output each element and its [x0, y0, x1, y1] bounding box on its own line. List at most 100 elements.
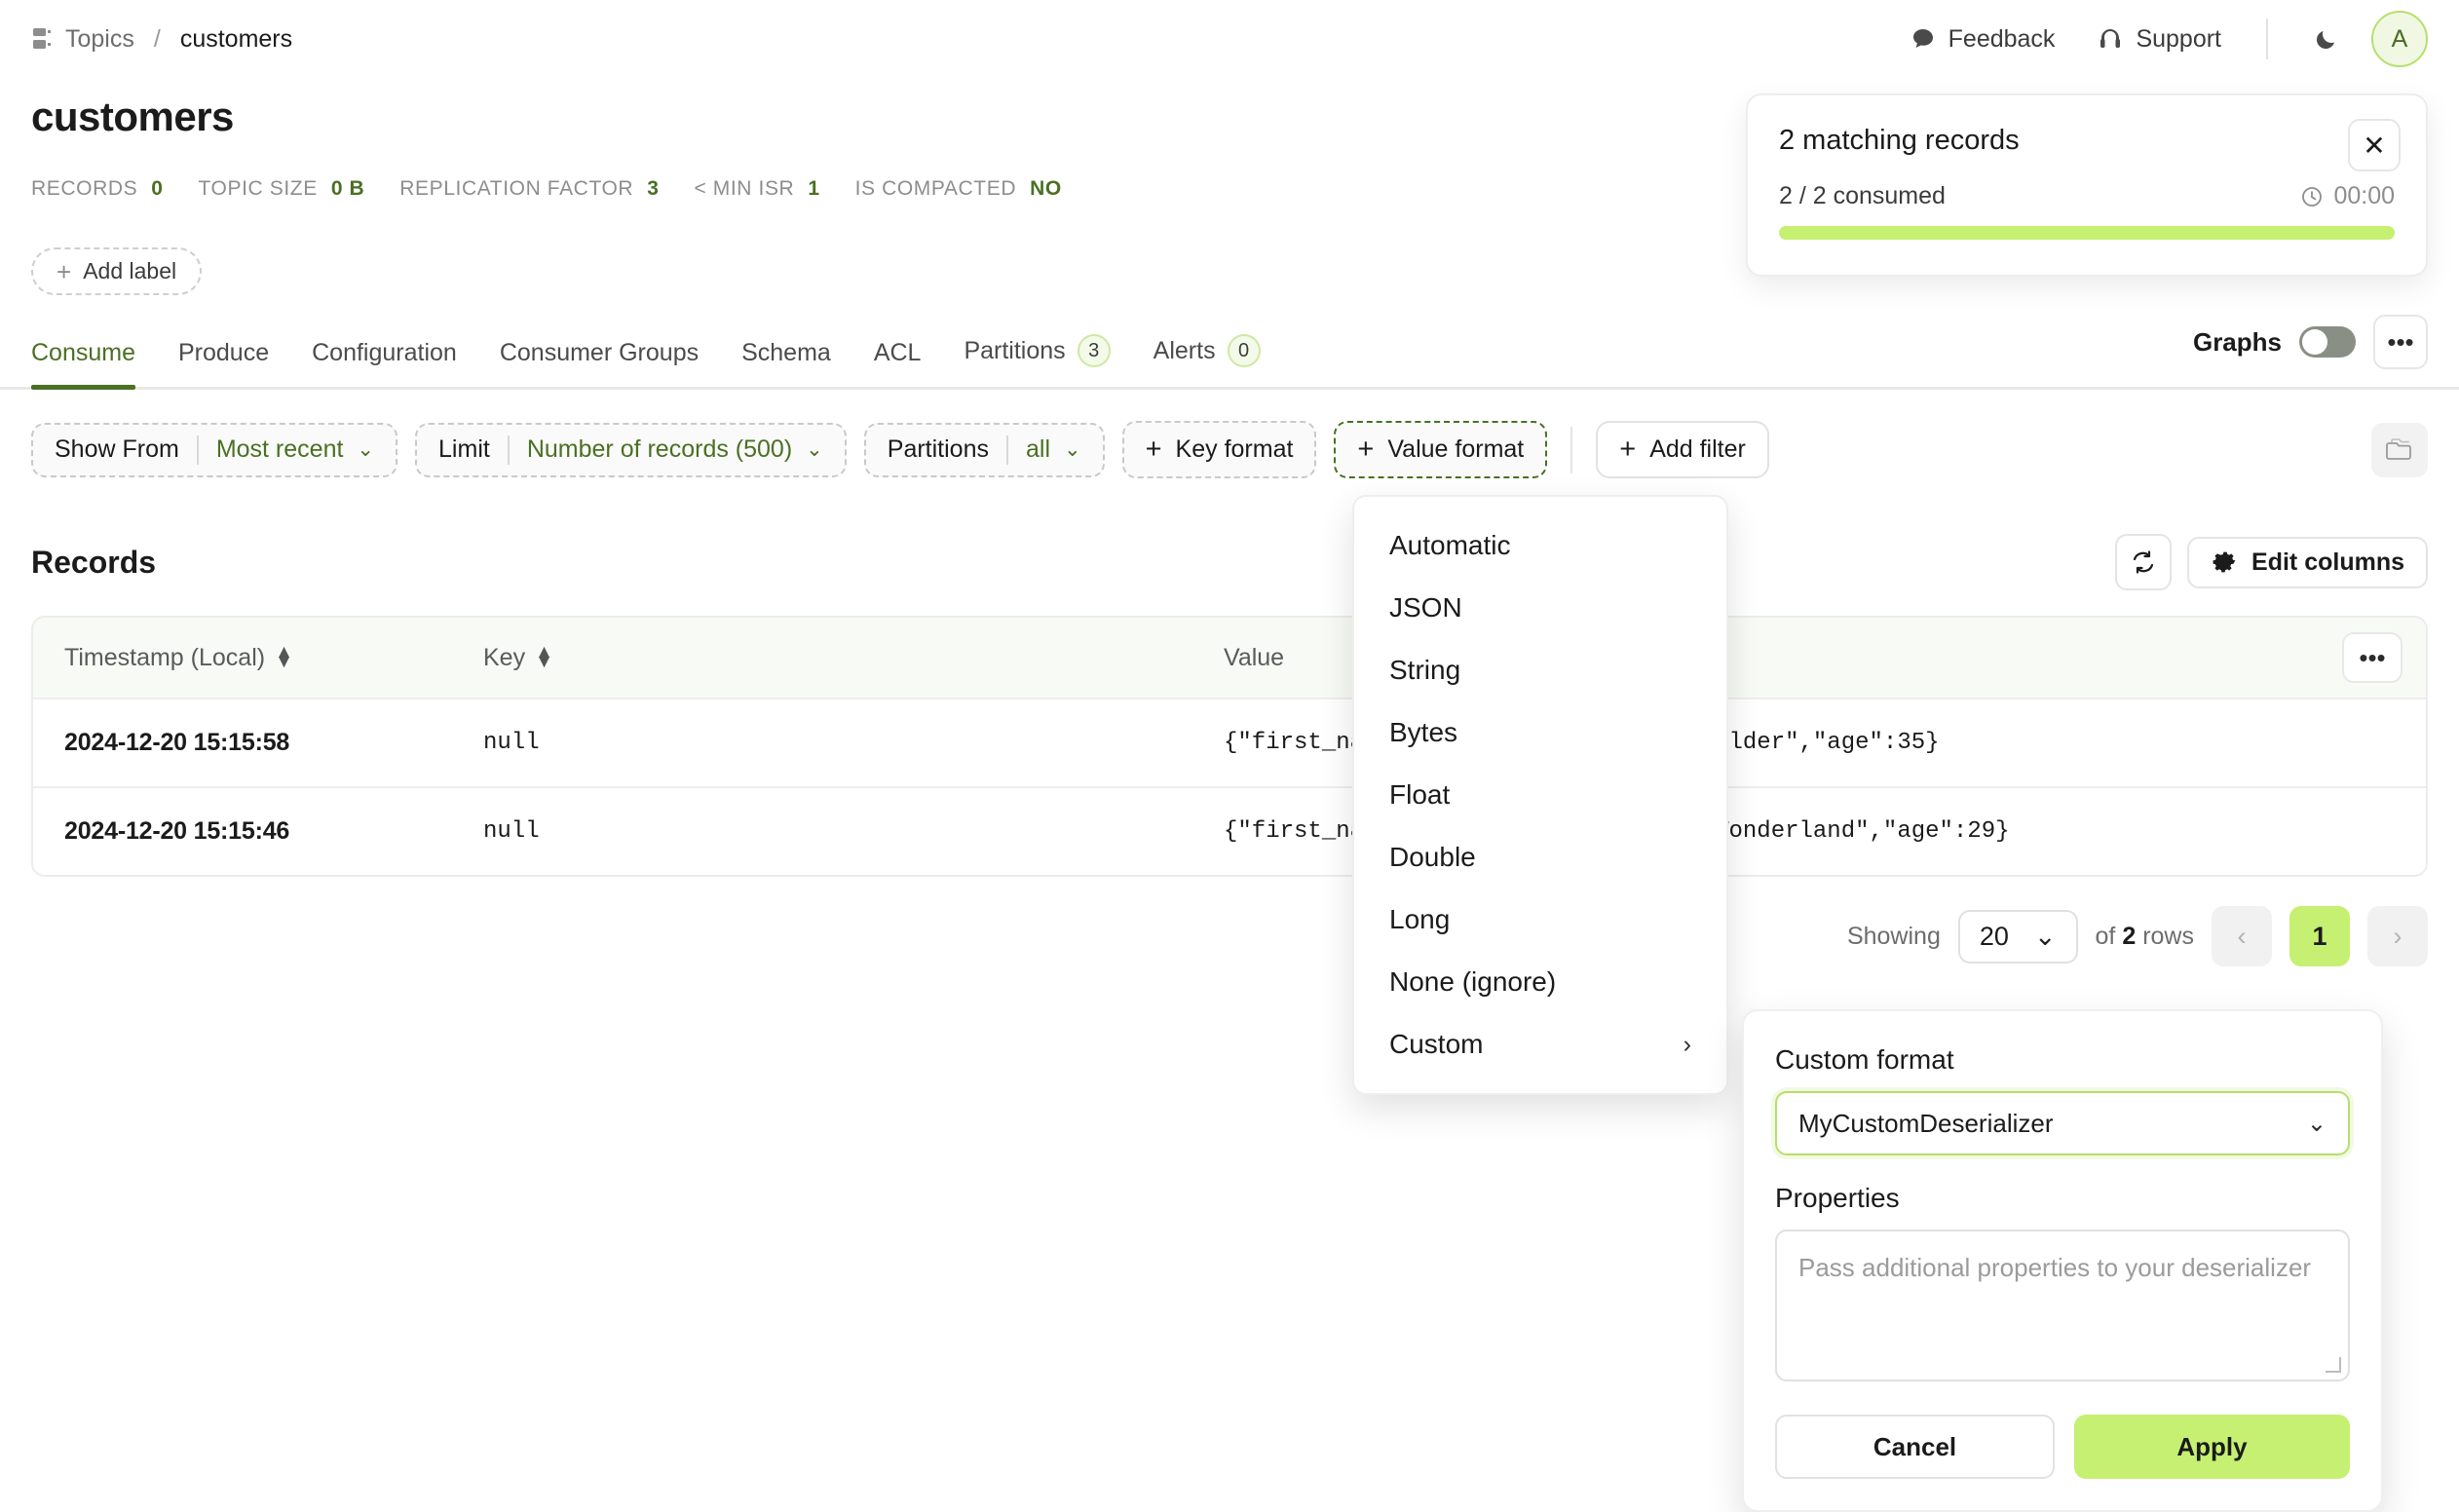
filter-partitions-key: Partitions — [887, 435, 989, 463]
table-row[interactable]: 2024-12-20 15:15:58 null {"first_name":"… — [33, 698, 2426, 786]
tab-partitions[interactable]: Partitions 3 — [942, 326, 1131, 387]
avatar-initial: A — [2391, 24, 2408, 53]
properties-label: Properties — [1775, 1183, 1900, 1213]
cancel-label: Cancel — [1873, 1431, 1957, 1461]
headset-icon — [2098, 26, 2123, 52]
pagination-next-button[interactable]: › — [2367, 906, 2428, 966]
table-header-row: Timestamp (Local) ▲ ▼ Key ▲ ▼ Value ••• — [33, 618, 2426, 698]
theme-toggle-button[interactable] — [2291, 25, 2362, 53]
breadcrumb: Topics / customers — [31, 25, 292, 54]
cell-key: null — [483, 730, 540, 756]
add-label-text: Add label — [83, 258, 177, 284]
toast-consumed-count: 2 / 2 consumed — [1779, 182, 1946, 209]
table-row[interactable]: 2024-12-20 15:15:46 null {"first_name":"… — [33, 786, 2426, 875]
graphs-label: Graphs — [2192, 326, 2282, 357]
table-overflow-menu-button[interactable]: ••• — [2342, 632, 2402, 683]
add-label-button[interactable]: + Add label — [31, 247, 203, 295]
tab-schema[interactable]: Schema — [720, 331, 852, 387]
tab-configuration[interactable]: Configuration — [290, 331, 478, 387]
avatar[interactable]: A — [2371, 11, 2428, 67]
value-format-menu: Automatic JSON String Bytes Float Double… — [1352, 495, 1728, 1095]
toast-close-button[interactable]: ✕ — [2348, 119, 2401, 171]
graphs-toggle[interactable] — [2299, 326, 2356, 358]
edit-columns-button[interactable]: Edit columns — [2187, 536, 2428, 588]
tab-schema-label: Schema — [741, 339, 831, 366]
stat-label-topic-size: TOPIC SIZE — [198, 177, 318, 200]
copy-folder-button[interactable] — [2371, 422, 2428, 477]
tab-partitions-label: Partitions — [964, 336, 1066, 364]
breadcrumb-current: customers — [179, 24, 293, 53]
filter-partitions[interactable]: Partitions all ⌄ — [863, 422, 1105, 477]
chip-divider — [507, 435, 510, 465]
chevron-down-icon: ⌄ — [2306, 1110, 2327, 1137]
column-header-timestamp[interactable]: Timestamp (Local) ▲ ▼ — [64, 642, 483, 672]
menu-item-none-ignore-label: None (ignore) — [1389, 966, 1557, 997]
refresh-button[interactable] — [2115, 534, 2173, 590]
chevron-down-icon: ⌄ — [357, 438, 375, 461]
custom-deserializer-value: MyCustomDeserializer — [1798, 1108, 2054, 1138]
filter-show-from[interactable]: Show From Most recent ⌄ — [31, 422, 398, 477]
tab-acl[interactable]: ACL — [852, 331, 943, 387]
records-header: Records Edit columns — [31, 534, 2428, 590]
pagination-prev-button[interactable]: ‹ — [2212, 906, 2272, 966]
chevron-down-icon: ⌄ — [2033, 921, 2057, 951]
topbar-actions: Feedback Support A — [1889, 11, 2428, 67]
consume-toast: 2 matching records ✕ 2 / 2 consumed 00:0… — [1746, 94, 2428, 277]
tab-alerts-label: Alerts — [1153, 336, 1216, 364]
menu-item-automatic[interactable]: Automatic — [1354, 514, 1726, 577]
menu-item-bytes[interactable]: Bytes — [1354, 701, 1726, 764]
filter-key-format-button[interactable]: + Key format — [1121, 421, 1317, 478]
breadcrumb-topics-link[interactable]: Topics — [65, 25, 134, 54]
graphs-control: Graphs ••• — [2193, 315, 2428, 369]
chevron-right-icon: › — [2393, 921, 2402, 951]
cell-timestamp: 2024-12-20 15:15:58 — [64, 729, 290, 756]
menu-item-custom[interactable]: Custom › — [1354, 1013, 1726, 1076]
tab-alerts[interactable]: Alerts 0 — [1132, 326, 1282, 387]
tab-consumer-groups[interactable]: Consumer Groups — [478, 331, 720, 387]
menu-item-float[interactable]: Float — [1354, 764, 1726, 826]
tab-partitions-badge: 3 — [1077, 334, 1111, 367]
pagination-page-1-button[interactable]: 1 — [2289, 906, 2350, 966]
menu-item-string[interactable]: String — [1354, 639, 1726, 701]
filter-bar-right — [2371, 422, 2428, 477]
sort-icon[interactable]: ▲ ▼ — [535, 642, 553, 671]
filter-bar: Show From Most recent ⌄ Limit Number of … — [31, 421, 2428, 478]
filter-bar-divider — [1570, 426, 1573, 473]
cancel-button[interactable]: Cancel — [1775, 1415, 2055, 1479]
topbar-divider — [2266, 19, 2268, 59]
stat-value-records: 0 — [151, 177, 164, 200]
column-header-key[interactable]: Key ▲ ▼ — [483, 642, 1224, 672]
custom-deserializer-select[interactable]: MyCustomDeserializer ⌄ — [1775, 1091, 2350, 1155]
menu-item-float-label: Float — [1389, 779, 1451, 810]
menu-item-double[interactable]: Double — [1354, 826, 1726, 888]
filter-show-from-key: Show From — [55, 435, 179, 463]
tab-consume[interactable]: Consume — [31, 331, 157, 390]
pagination-showing-label: Showing — [1846, 922, 1941, 950]
filter-limit[interactable]: Limit Number of records (500) ⌄ — [415, 422, 847, 477]
chat-bubble-icon — [1910, 26, 1936, 52]
apply-button[interactable]: Apply — [2074, 1415, 2350, 1479]
page-title: customers — [31, 94, 234, 139]
menu-item-long[interactable]: Long — [1354, 888, 1726, 951]
properties-textarea[interactable]: Pass additional properties to your deser… — [1775, 1229, 2350, 1381]
tab-produce-label: Produce — [178, 339, 270, 366]
menu-item-bytes-label: Bytes — [1389, 717, 1458, 747]
tab-produce[interactable]: Produce — [157, 331, 290, 387]
support-button[interactable]: Support — [2076, 25, 2243, 54]
stat-label-is-compacted: IS COMPACTED — [854, 177, 1017, 200]
page-size-select[interactable]: 20 ⌄ — [1957, 909, 2078, 964]
feedback-button[interactable]: Feedback — [1889, 25, 2077, 54]
pagination-page-number: 1 — [2312, 921, 2327, 951]
records-title: Records — [31, 544, 157, 580]
filter-value-format-button[interactable]: + Value format — [1334, 421, 1548, 478]
menu-item-json[interactable]: JSON — [1354, 577, 1726, 639]
feedback-label: Feedback — [1948, 24, 2056, 53]
page-overflow-menu-button[interactable]: ••• — [2373, 315, 2428, 369]
toast-timer: 00:00 — [2300, 182, 2395, 210]
menu-item-long-label: Long — [1389, 904, 1451, 934]
add-filter-button[interactable]: + Add filter — [1596, 421, 1769, 478]
menu-item-none-ignore[interactable]: None (ignore) — [1354, 951, 1726, 1013]
close-icon: ✕ — [2363, 130, 2386, 161]
sort-icon[interactable]: ▲ ▼ — [275, 642, 293, 671]
tabs-section: Consume Produce Configuration Consumer G… — [0, 315, 2459, 390]
